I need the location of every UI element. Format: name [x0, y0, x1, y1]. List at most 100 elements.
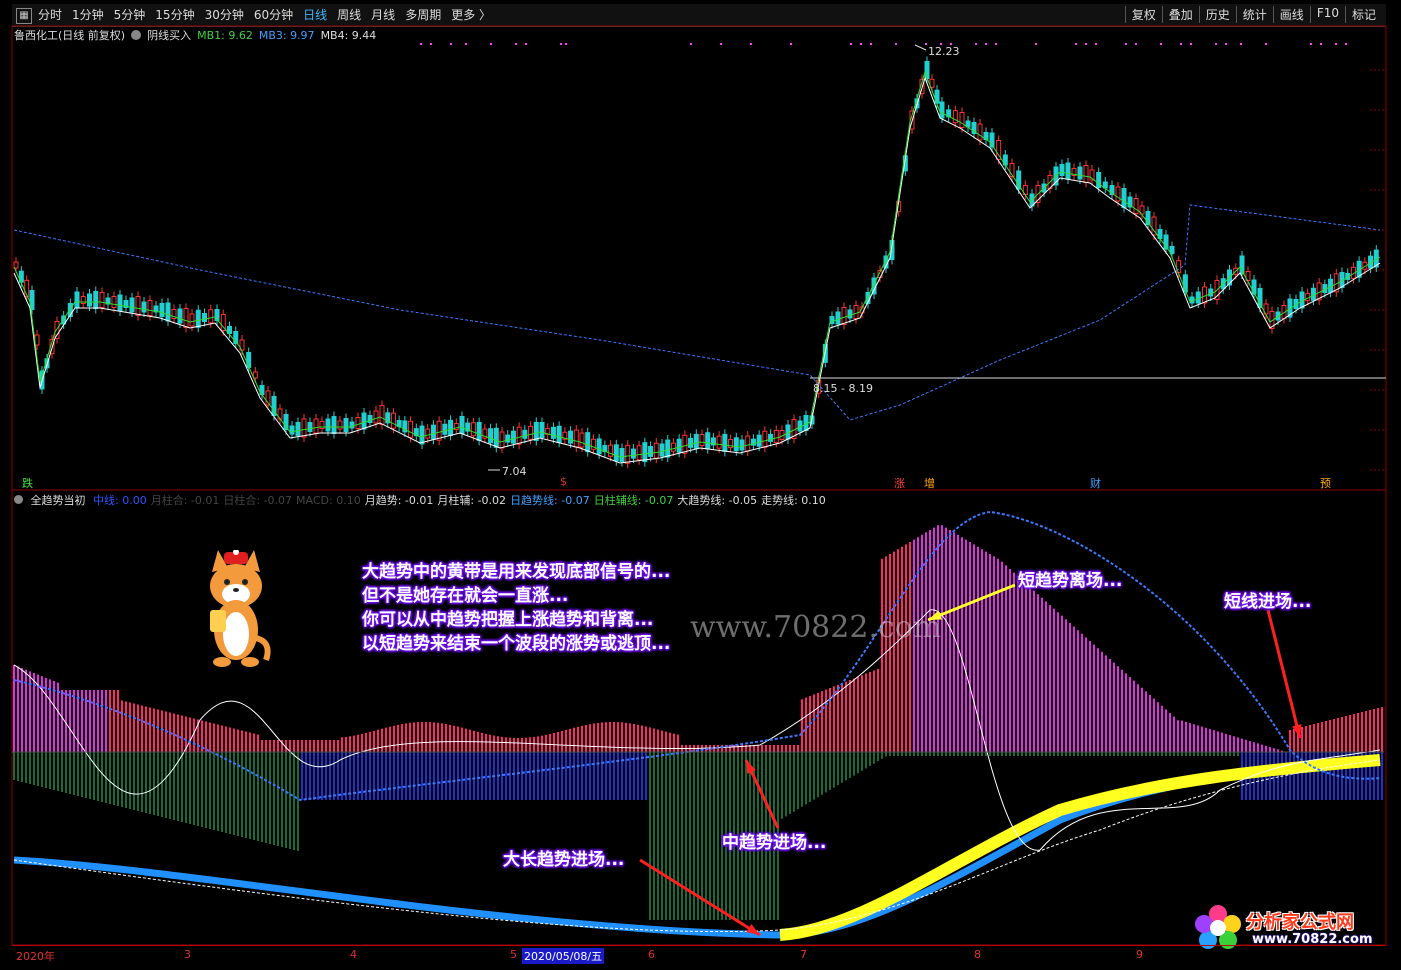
high-price-label: 12.23: [928, 45, 960, 58]
candle-body: [246, 352, 252, 368]
sub-indicator-value: MACD: 0.10: [296, 494, 361, 507]
note-line-1: 大趋势中的黄带是用来发现底部信号的...: [362, 562, 671, 582]
candle-body: [1208, 288, 1214, 297]
candle-body: [74, 291, 80, 309]
candle-body: [977, 123, 983, 141]
candle-body: [459, 416, 465, 434]
signal-dot: [750, 43, 752, 45]
candle-body: [390, 412, 396, 429]
candle-body: [1202, 286, 1207, 304]
candle-body: [343, 418, 349, 432]
candle-body: [556, 425, 562, 443]
candle-body: [939, 101, 945, 119]
range-label: 8.15 - 8.19: [813, 382, 873, 395]
candle-body: [208, 309, 214, 324]
sub-indicator-value: 中线: 0.00: [93, 494, 147, 507]
candle-body: [699, 434, 705, 446]
candle-body: [147, 300, 153, 316]
candle-body: [579, 432, 585, 448]
candle-body: [688, 437, 694, 448]
signal-dot: [560, 43, 562, 45]
candle-body: [648, 445, 654, 457]
signal-dot: [985, 43, 987, 45]
candle-body: [325, 418, 331, 432]
candle-body: [419, 425, 425, 445]
sub-toggle-icon[interactable]: [14, 495, 23, 504]
candle-body: [693, 433, 699, 449]
chart-window: ▦ 分时 1分钟 5分钟 15分钟 30分钟 60分钟 日线 周线 月线 多周期 更多 〉 复权 叠加…: [0, 0, 1401, 970]
signal-dot: [490, 43, 492, 45]
candle-body: [367, 415, 373, 423]
marker-zeng: 增: [924, 477, 935, 490]
candle-body: [1077, 166, 1083, 180]
candle-body: [847, 309, 853, 319]
sub-indicator-name[interactable]: 全趋势当初: [31, 494, 86, 507]
candle-body: [682, 434, 688, 454]
candle-body: [408, 420, 414, 438]
candle-body: [195, 309, 201, 328]
candle-body: [705, 432, 711, 450]
marker-cai: 财: [1090, 477, 1101, 490]
candle-body: [425, 428, 431, 439]
candle-body: [99, 292, 105, 308]
logo-text: 分析家公式网: [1246, 912, 1354, 933]
signal-dot: [1240, 43, 1242, 45]
candle-body: [1115, 186, 1121, 202]
candle-body: [337, 420, 343, 430]
signal-dot: [1310, 43, 1312, 45]
signal-dot: [420, 43, 422, 45]
signal-dot: [450, 43, 452, 45]
marker-yu: 预: [1320, 477, 1331, 490]
sub-indicator-value: 日柱辅线: -0.07: [593, 494, 674, 507]
candle-body: [733, 437, 739, 452]
candle-body: [252, 371, 258, 379]
signal-dot: [1085, 43, 1087, 45]
signal-dot: [1180, 43, 1182, 45]
candle-body: [189, 313, 195, 327]
note-line-2: 但不是她存在就会一直涨...: [362, 586, 569, 606]
candle-body: [670, 442, 676, 452]
candle-body: [165, 302, 171, 322]
cursor-date: 2020/05/08/五: [522, 948, 605, 964]
candle-body: [596, 438, 602, 455]
candle-body: [613, 444, 619, 462]
signal-dot: [1215, 43, 1217, 45]
candle-body: [522, 429, 528, 439]
signal-dot: [1160, 43, 1162, 45]
sub-indicator-value: 月柱辅: -0.02: [437, 494, 507, 507]
chart-canvas[interactable]: [0, 0, 1401, 970]
dog-mascot-icon: [210, 550, 271, 667]
signal-dot: [1075, 43, 1077, 45]
ma-green-line: [13, 70, 1381, 458]
candle-body: [716, 435, 722, 449]
signal-dot: [895, 43, 897, 45]
date-axis: 2020年 3 4 5 2020/05/08/五 6 7 8 9: [12, 945, 1386, 964]
signal-dot: [925, 43, 927, 45]
candle-body: [117, 294, 123, 312]
candle-body: [510, 430, 516, 444]
low-price-label: 7.04: [502, 465, 527, 478]
signal-dot: [1265, 43, 1267, 45]
marker-dollar: $: [560, 475, 567, 488]
sub-indicator-value: 走势线: 0.10: [761, 494, 826, 507]
marker-die: 跌: [22, 477, 33, 490]
candle-body: [505, 434, 511, 443]
signal-dot: [1225, 43, 1227, 45]
sub-indicator-value: 日趋势线: -0.07: [510, 494, 590, 507]
candle-body: [448, 419, 454, 436]
sub-indicator-value: 大趋势线: -0.05: [677, 494, 758, 507]
candle-body: [853, 305, 859, 319]
ma-white-line: [13, 76, 1381, 464]
candle-body: [659, 443, 665, 457]
signal-dot: [465, 43, 467, 45]
strategy-note: 大趋势中的黄带是用来发现底部信号的... 但不是她存在就会一直涨... 你可以从…: [362, 560, 670, 656]
candle-body: [141, 301, 147, 313]
short-entry-annotation: 短线进场...: [1224, 592, 1312, 612]
candle-body: [722, 433, 728, 452]
axis-label-6: 6: [648, 948, 655, 961]
signal-dot: [850, 43, 852, 45]
candle-body: [430, 424, 436, 440]
candle-body: [1059, 164, 1065, 176]
signal-dot: [1135, 43, 1137, 45]
sub-indicator-value: 日柱合: -0.07: [223, 494, 293, 507]
